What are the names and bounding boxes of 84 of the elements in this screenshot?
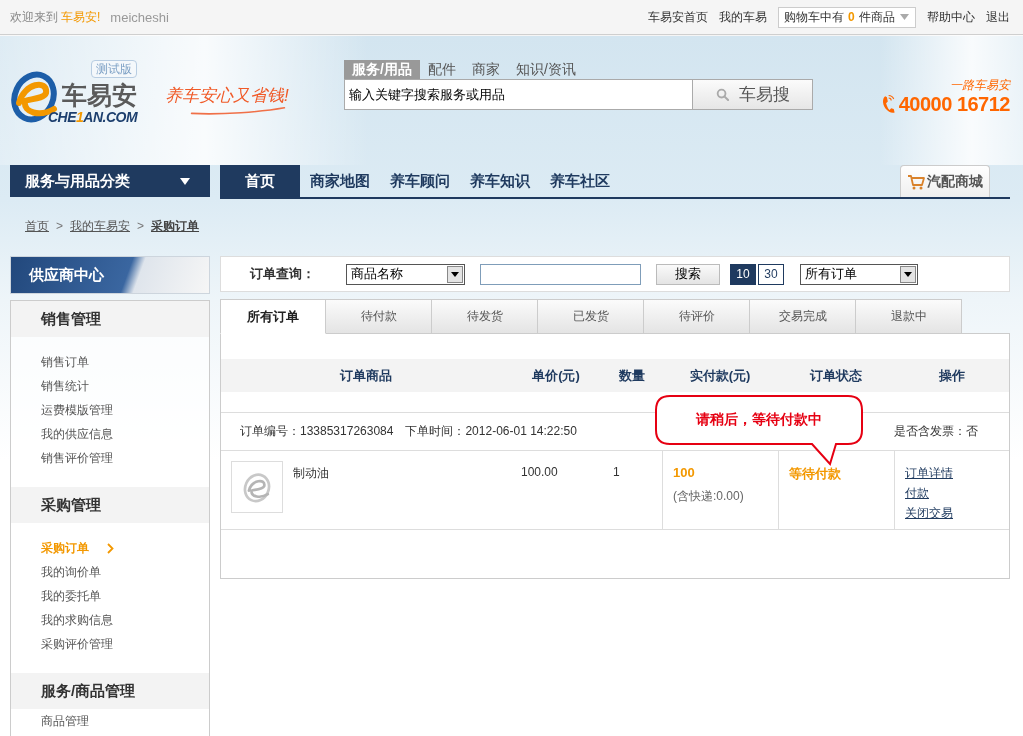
order-status: 等待付款 — [789, 465, 841, 483]
order-time: 下单时间：2012-06-01 14:22:50 — [405, 423, 577, 440]
logo-name: 车易安 — [62, 81, 138, 109]
sidebar-item[interactable]: 运费模版管理 — [41, 398, 113, 422]
column-header: 实付款(元) — [689, 366, 751, 385]
sidebar-item[interactable]: 我的委托单 — [41, 584, 101, 608]
sidebar-heading: 服务/商品管理 — [11, 673, 209, 709]
test-version-badge: 测试版 — [91, 60, 138, 78]
order-tab[interactable]: 待发货 — [432, 299, 538, 334]
query-label: 订单查询： — [250, 265, 316, 283]
search-tab[interactable]: 配件 — [419, 60, 464, 79]
breadcrumb-link[interactable]: 采购订单 — [151, 219, 200, 234]
top-link[interactable]: 车易安首页 — [648, 8, 708, 26]
nav-item[interactable]: 养车知识 — [460, 165, 540, 197]
slogan: 养车安心又省钱! — [165, 85, 290, 107]
breadcrumb-link[interactable]: 首页 — [25, 219, 49, 234]
status-select[interactable]: 所有订单 — [800, 263, 918, 285]
shipping-note: (含快递:0.00) — [673, 488, 744, 505]
sidebar-item[interactable]: 我的询价单 — [41, 560, 101, 584]
order-tab[interactable]: 待付款 — [326, 299, 432, 334]
sidebar-item[interactable]: 销售统计 — [41, 374, 89, 398]
caret-icon — [180, 177, 190, 185]
column-header: 订单状态 — [810, 366, 862, 385]
search-button[interactable]: 搜索 — [656, 263, 720, 285]
phone-icon — [880, 93, 898, 115]
parts-mall-button[interactable]: 汽配商城 — [900, 165, 990, 197]
breadcrumb-separator: > — [56, 219, 63, 234]
hotline-tagline: 一路车易安 — [950, 79, 1010, 92]
sidebar-item[interactable]: 我的供应信息 — [41, 422, 113, 446]
search-tab[interactable]: 知识/资讯 — [507, 60, 584, 79]
field-select[interactable]: 商品名称 — [346, 263, 465, 285]
order-tab[interactable]: 已发货 — [538, 299, 644, 334]
sidebar-heading: 销售管理 — [11, 301, 209, 337]
category-menu[interactable]: 服务与用品分类 — [10, 165, 210, 197]
action-link[interactable]: 付款 — [905, 483, 929, 503]
nav-item[interactable]: 首页 — [220, 165, 300, 197]
column-header: 单价(元) — [532, 366, 580, 385]
invoice-info: 是否含发票：否 — [894, 423, 978, 440]
welcome-text: 欢迎来到 — [10, 8, 58, 26]
breadcrumb-separator: > — [137, 219, 145, 234]
username: meicheshi — [110, 9, 169, 25]
nav-item[interactable]: 养车社区 — [540, 165, 620, 197]
search-icon — [715, 88, 729, 101]
search-button[interactable]: 车易搜 — [693, 79, 813, 110]
breadcrumb-link[interactable]: 我的车易安 — [70, 219, 130, 234]
order-tab[interactable]: 待评价 — [644, 299, 750, 334]
order-number: 订单编号：13385317263084 — [240, 423, 394, 440]
unit-price: 100.00 — [521, 465, 558, 479]
paid-amount: 100 — [673, 465, 695, 480]
search-tab[interactable]: 商家 — [463, 60, 508, 79]
sidebar-heading: 采购管理 — [11, 487, 209, 523]
sidebar-title: 供应商中心 — [10, 256, 210, 294]
sidebar-item[interactable]: 销售订单 — [41, 350, 89, 374]
column-header: 操作 — [938, 366, 965, 385]
action-link[interactable]: 关闭交易 — [905, 503, 953, 523]
top-link[interactable]: 退出 — [986, 8, 1010, 26]
nav-item[interactable]: 商家地图 — [300, 165, 380, 197]
action-link[interactable]: 订单详情 — [905, 463, 953, 483]
page-size-button[interactable]: 10 — [730, 263, 756, 285]
cart-dropdown[interactable]: 购物车中有 0 件商品 — [778, 6, 916, 28]
cart-icon — [907, 173, 925, 190]
search-field[interactable]: 输入关键字搜索服务或用品 — [344, 79, 693, 110]
top-link[interactable]: 我的车易 — [719, 8, 767, 26]
order-tab[interactable]: 退款中 — [856, 299, 962, 334]
sidebar-item[interactable]: 商品管理 — [41, 709, 89, 733]
quantity: 1 — [613, 465, 620, 479]
order-tab[interactable]: 所有订单 — [220, 299, 326, 334]
callout-text: 请稍后，等待付款中 — [696, 411, 822, 429]
page-size-button[interactable]: 30 — [758, 263, 784, 285]
sidebar-item[interactable]: 销售评价管理 — [41, 446, 113, 470]
column-header: 数量 — [618, 366, 645, 385]
column-header: 订单商品 — [340, 366, 392, 385]
product-name: 制动油 — [293, 465, 329, 482]
sidebar-item[interactable]: 我的求购信息 — [41, 608, 113, 632]
sidebar-item[interactable]: 采购评价管理 — [41, 632, 113, 656]
hotline-number: 40000 16712 — [898, 92, 1010, 116]
query-input[interactable] — [480, 263, 641, 285]
top-link[interactable]: 帮助中心 — [927, 8, 975, 26]
logo-domain: CHE1AN.COM — [48, 109, 138, 125]
site-name: 车易安! — [61, 8, 101, 26]
caret-icon — [900, 14, 909, 20]
nav-item[interactable]: 养车顾问 — [380, 165, 460, 197]
order-tab[interactable]: 交易完成 — [750, 299, 856, 334]
chevron-icon — [107, 542, 114, 554]
